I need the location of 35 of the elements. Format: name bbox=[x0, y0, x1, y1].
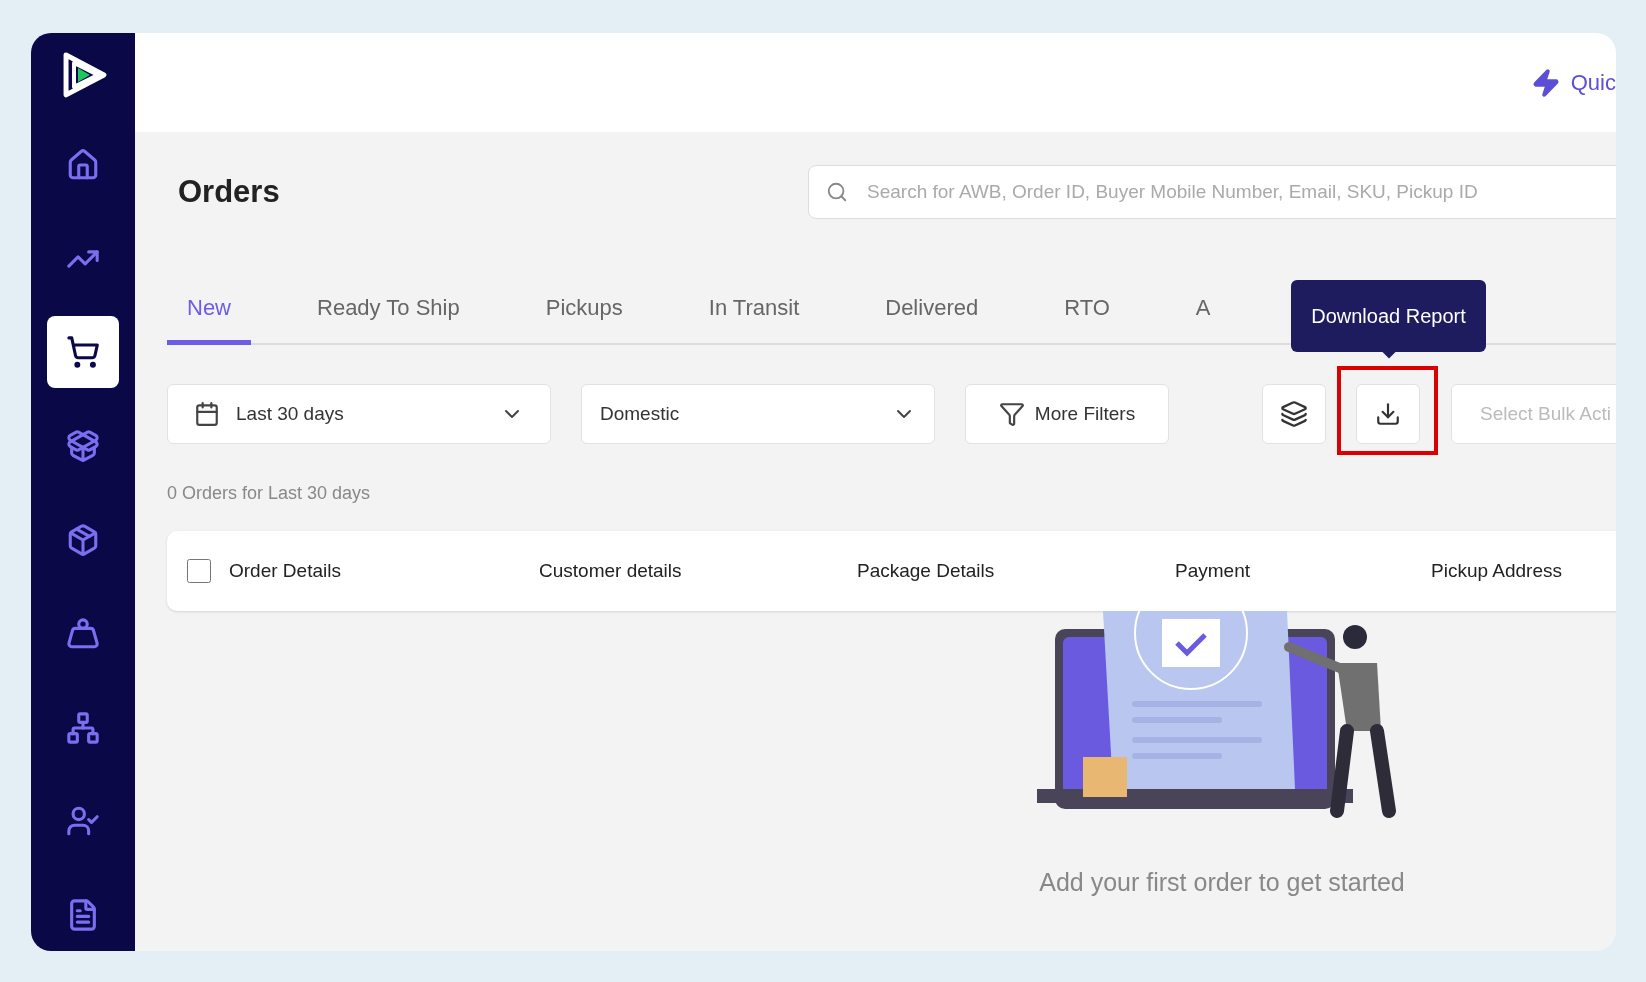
tab[interactable]: Ready To Ship bbox=[297, 275, 480, 345]
search-icon bbox=[826, 181, 848, 203]
column-header: Payment bbox=[1175, 559, 1250, 581]
tab[interactable]: In Transit bbox=[688, 275, 820, 345]
bulk-action-select[interactable]: Select Bulk Acti bbox=[1451, 384, 1616, 444]
tooltip: Download Report bbox=[1291, 280, 1486, 352]
select-all-checkbox[interactable] bbox=[187, 559, 211, 583]
calendar-icon bbox=[194, 401, 220, 427]
column-header: Order Details bbox=[229, 559, 341, 581]
tab[interactable]: Pickups bbox=[525, 275, 643, 345]
column-header: Package Details bbox=[857, 559, 995, 581]
page-title: Orders bbox=[178, 172, 281, 211]
home-icon bbox=[66, 147, 100, 182]
tab[interactable]: A bbox=[1175, 275, 1231, 345]
tab[interactable]: RTO bbox=[1044, 275, 1130, 345]
orders-count: 0 Orders for Last 30 days bbox=[167, 482, 372, 502]
empty-state-message: Add your first order to get started bbox=[1039, 867, 1405, 898]
cart-icon bbox=[66, 335, 100, 370]
nav-button[interactable] bbox=[47, 316, 119, 389]
quick-link[interactable]: Quic bbox=[1570, 66, 1616, 99]
more-filters-button[interactable]: More Filters bbox=[965, 384, 1169, 444]
column-header: Pickup Address bbox=[1431, 559, 1562, 581]
download-icon bbox=[1375, 401, 1401, 427]
bulk-edit-button[interactable] bbox=[1262, 384, 1326, 444]
date-dropdown[interactable]: Last 30 days bbox=[167, 384, 551, 444]
filter-icon bbox=[998, 401, 1025, 427]
download-button[interactable] bbox=[1356, 384, 1420, 444]
search-field[interactable]: Search for AWB, Order ID, Buyer Mobile Number, Email, SKU, Pickup ID bbox=[808, 165, 1616, 219]
column-header: Customer details bbox=[539, 559, 682, 581]
region-dropdown[interactable]: Domestic bbox=[581, 384, 935, 444]
tab[interactable]: New bbox=[167, 275, 251, 345]
weight-icon bbox=[66, 616, 100, 651]
package-icon bbox=[66, 522, 100, 557]
tab[interactable]: Delivered bbox=[865, 275, 999, 345]
network-icon bbox=[66, 710, 100, 745]
